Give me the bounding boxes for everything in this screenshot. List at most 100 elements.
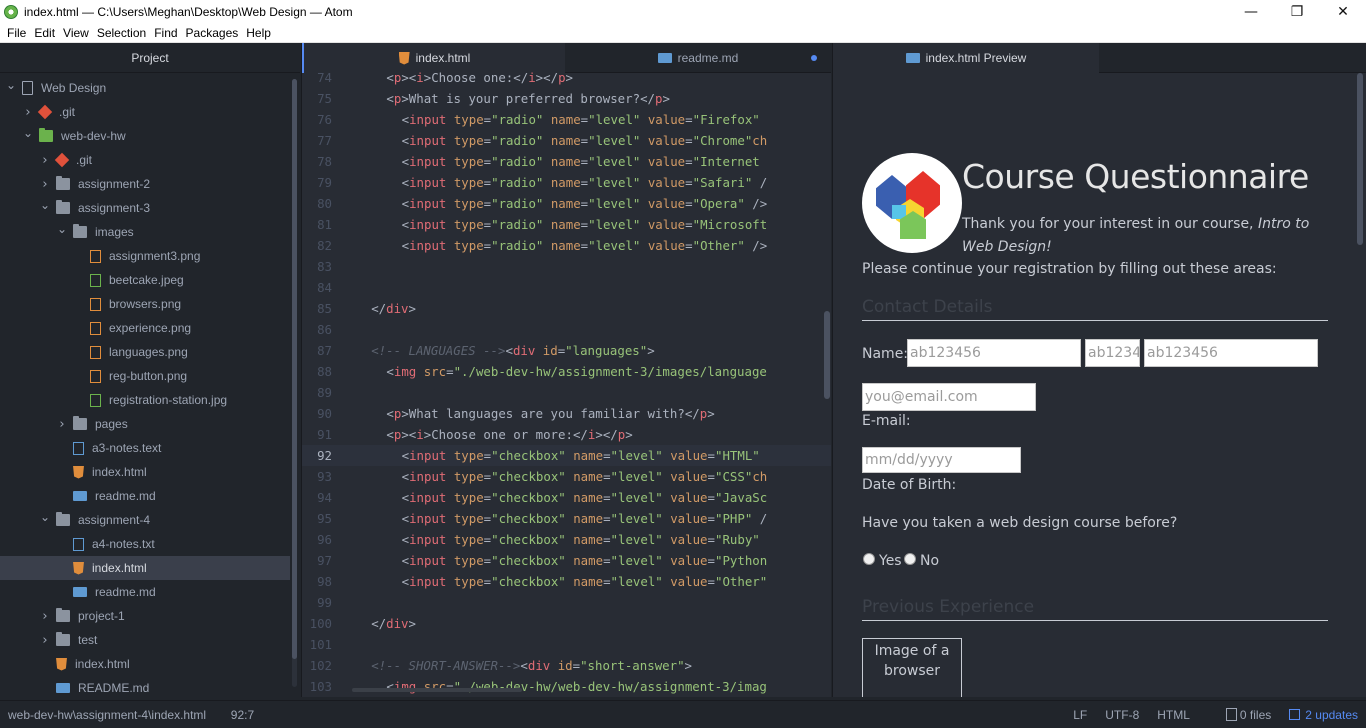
tree-item[interactable]: ⌄ web-dev-hw [0, 124, 290, 148]
tree-item[interactable]: ⌄ images [0, 220, 290, 244]
code-line[interactable]: 100 </div> [302, 613, 831, 634]
code-line[interactable]: 82 <input type="radio" name="level" value… [302, 235, 831, 256]
tree-item[interactable]: index.html [0, 556, 290, 580]
first-name-input[interactable]: ab123456 [907, 339, 1081, 367]
code-line[interactable]: 81 <input type="radio" name="level" value… [302, 214, 831, 235]
tree-item[interactable]: › .git [0, 100, 290, 124]
code-line[interactable]: 89 [302, 382, 831, 403]
code-line[interactable]: 80 <input type="radio" name="level" value… [302, 193, 831, 214]
line-number[interactable]: 75 [302, 91, 332, 106]
line-number[interactable]: 83 [302, 259, 332, 274]
line-number[interactable]: 94 [302, 490, 332, 505]
chevron-right-icon[interactable]: › [40, 633, 50, 648]
chevron-down-icon[interactable]: ⌄ [40, 198, 50, 212]
line-number[interactable]: 101 [302, 637, 332, 652]
chevron-down-icon[interactable]: ⌄ [40, 510, 50, 524]
code-line[interactable]: 91 <p><i>Choose one or more:</i></p> [302, 424, 831, 445]
menu-find[interactable]: Find [150, 26, 181, 40]
tree-item[interactable]: experience.png [0, 316, 290, 340]
tab-index-html-preview[interactable]: index.html Preview [833, 43, 1099, 73]
menu-selection[interactable]: Selection [93, 26, 150, 40]
line-number[interactable]: 84 [302, 280, 332, 295]
line-number[interactable]: 81 [302, 217, 332, 232]
code-line[interactable]: 83 [302, 256, 831, 277]
close-button[interactable]: ✕ [1320, 0, 1366, 24]
code-line[interactable]: 87 <!-- LANGUAGES --><div id="languages"> [302, 340, 831, 361]
tree-item[interactable]: assignment3.png [0, 244, 290, 268]
tree-scrollbar[interactable] [292, 79, 297, 687]
code-line[interactable]: 76 <input type="radio" name="level" value… [302, 109, 831, 130]
code-line[interactable]: 103 <img src="./web-dev-hw/web-dev-hw/ass… [302, 676, 831, 697]
line-number[interactable]: 78 [302, 154, 332, 169]
line-number[interactable]: 88 [302, 364, 332, 379]
code-line[interactable]: 99 [302, 592, 831, 613]
line-number[interactable]: 86 [302, 322, 332, 337]
chevron-down-icon[interactable]: ⌄ [57, 222, 67, 236]
yes-radio[interactable] [863, 553, 875, 565]
line-number[interactable]: 92 [302, 448, 332, 463]
line-number[interactable]: 76 [302, 112, 332, 127]
menu-file[interactable]: File [3, 26, 30, 40]
tree-item[interactable]: › .git [0, 148, 290, 172]
tree-item[interactable]: readme.md [0, 484, 290, 508]
line-number[interactable]: 97 [302, 553, 332, 568]
chevron-right-icon[interactable]: › [40, 177, 50, 192]
code-line[interactable]: 74 <p><i>Choose one:</i></p> [302, 67, 831, 88]
code-line[interactable]: 79 <input type="radio" name="level" value… [302, 172, 831, 193]
line-number[interactable]: 91 [302, 427, 332, 442]
code-line[interactable]: 84 [302, 277, 831, 298]
code-line[interactable]: 88 <img src="./web-dev-hw/assignment-3/im… [302, 361, 831, 382]
tree-item[interactable]: › test [0, 628, 290, 652]
line-number[interactable]: 98 [302, 574, 332, 589]
dob-input[interactable]: mm/dd/yyyy [862, 447, 1021, 473]
chevron-right-icon[interactable]: › [57, 417, 67, 432]
tree-item[interactable]: a3-notes.text [0, 436, 290, 460]
chevron-down-icon[interactable]: ⌄ [23, 126, 33, 140]
editor-vertical-scrollbar[interactable] [824, 311, 830, 399]
git-files-status[interactable]: 0 files [1208, 707, 1271, 722]
code-line[interactable]: 98 <input type="checkbox" name="level" va… [302, 571, 831, 592]
code-line[interactable]: 95 <input type="checkbox" name="level" va… [302, 508, 831, 529]
encoding[interactable]: UTF-8 [1105, 708, 1139, 722]
line-number[interactable]: 79 [302, 175, 332, 190]
tree-item[interactable]: index.html [0, 652, 290, 676]
minimize-button[interactable]: — [1228, 0, 1274, 24]
tree-item[interactable]: languages.png [0, 340, 290, 364]
code-line[interactable]: 78 <input type="radio" name="level" value… [302, 151, 831, 172]
line-number[interactable]: 87 [302, 343, 332, 358]
line-number[interactable]: 89 [302, 385, 332, 400]
middle-name-input[interactable]: ab123456 [1085, 339, 1140, 367]
menu-edit[interactable]: Edit [30, 26, 59, 40]
code-line[interactable]: 86 [302, 319, 831, 340]
code-line[interactable]: 85 </div> [302, 298, 831, 319]
code-line[interactable]: 93 <input type="checkbox" name="level" va… [302, 466, 831, 487]
line-number[interactable]: 80 [302, 196, 332, 211]
tree-item[interactable]: browsers.png [0, 292, 290, 316]
line-number[interactable]: 95 [302, 511, 332, 526]
line-number[interactable]: 85 [302, 301, 332, 316]
no-radio[interactable] [904, 553, 916, 565]
file-path[interactable]: web-dev-hw\assignment-4\index.html [8, 708, 206, 722]
chevron-down-icon[interactable]: ⌄ [6, 78, 16, 92]
menu-help[interactable]: Help [242, 26, 275, 40]
updates-indicator[interactable]: 2 updates [1289, 708, 1358, 722]
tree-item[interactable]: a4-notes.txt [0, 532, 290, 556]
line-number[interactable]: 77 [302, 133, 332, 148]
line-number[interactable]: 93 [302, 469, 332, 484]
tree-item[interactable]: registration-station.jpg [0, 388, 290, 412]
line-number[interactable]: 103 [302, 679, 332, 694]
tree-item[interactable]: › project-1 [0, 604, 290, 628]
cursor-position[interactable]: 92:7 [231, 708, 254, 722]
line-number[interactable]: 82 [302, 238, 332, 253]
chevron-right-icon[interactable]: › [40, 609, 50, 624]
line-ending[interactable]: LF [1073, 708, 1087, 722]
menu-view[interactable]: View [59, 26, 93, 40]
code-editor[interactable]: 74 <p><i>Choose one:</i></p> 75 <p>What is … [302, 70, 831, 697]
tree-item[interactable]: ⌄ assignment-4 [0, 508, 290, 532]
code-line[interactable]: 77 <input type="radio" name="level" value… [302, 130, 831, 151]
tree-item[interactable]: beetcake.jpeg [0, 268, 290, 292]
tree-item[interactable]: › assignment-2 [0, 172, 290, 196]
code-line[interactable]: 92 <input type="checkbox" name="level" va… [302, 445, 831, 466]
tree-item[interactable]: readme.md [0, 580, 290, 604]
last-name-input[interactable]: ab123456 [1144, 339, 1318, 367]
